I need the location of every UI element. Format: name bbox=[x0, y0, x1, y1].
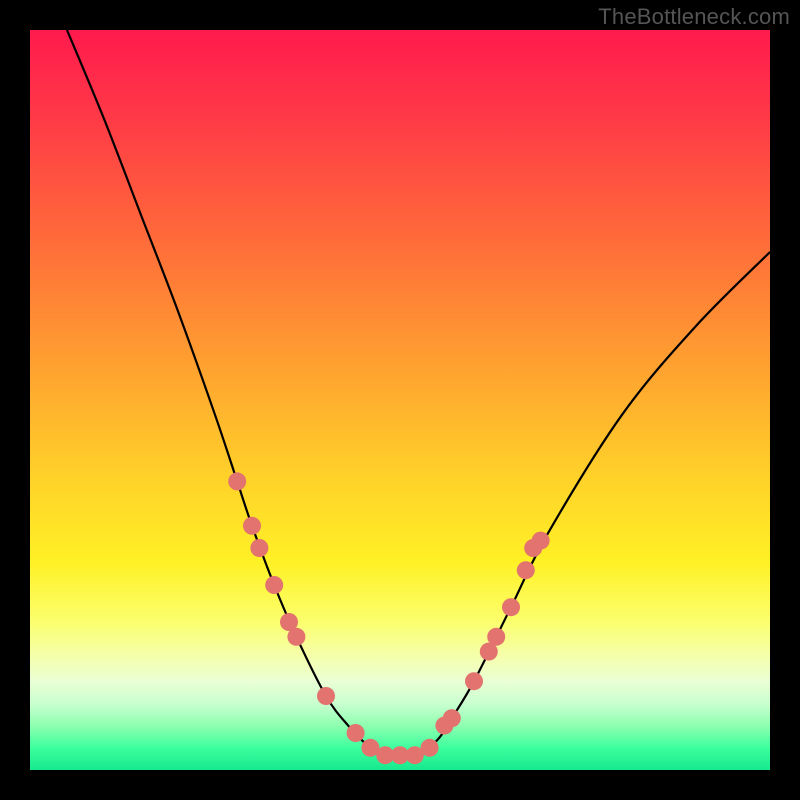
marker-dots bbox=[228, 472, 549, 764]
bottleneck-curve bbox=[67, 30, 770, 756]
marker-dot bbox=[487, 628, 505, 646]
curve-path-group bbox=[67, 30, 770, 756]
marker-dot bbox=[317, 687, 335, 705]
plot-area bbox=[30, 30, 770, 770]
marker-dot bbox=[502, 598, 520, 616]
marker-dot bbox=[465, 672, 483, 690]
marker-dot bbox=[265, 576, 283, 594]
marker-dot bbox=[347, 724, 365, 742]
marker-dot bbox=[243, 517, 261, 535]
marker-dot bbox=[376, 746, 394, 764]
marker-dot bbox=[361, 739, 379, 757]
marker-dot bbox=[524, 539, 542, 557]
marker-dot bbox=[435, 717, 453, 735]
marker-dot bbox=[443, 709, 461, 727]
marker-dot bbox=[250, 539, 268, 557]
marker-dot bbox=[532, 532, 550, 550]
marker-dot bbox=[480, 643, 498, 661]
marker-dot bbox=[228, 472, 246, 490]
chart-frame: TheBottleneck.com bbox=[0, 0, 800, 800]
curve-svg bbox=[30, 30, 770, 770]
marker-dot bbox=[287, 628, 305, 646]
marker-dot bbox=[517, 561, 535, 579]
marker-dot bbox=[421, 739, 439, 757]
marker-dot bbox=[391, 746, 409, 764]
marker-dot bbox=[406, 746, 424, 764]
marker-dot bbox=[280, 613, 298, 631]
watermark-text: TheBottleneck.com bbox=[598, 4, 790, 30]
